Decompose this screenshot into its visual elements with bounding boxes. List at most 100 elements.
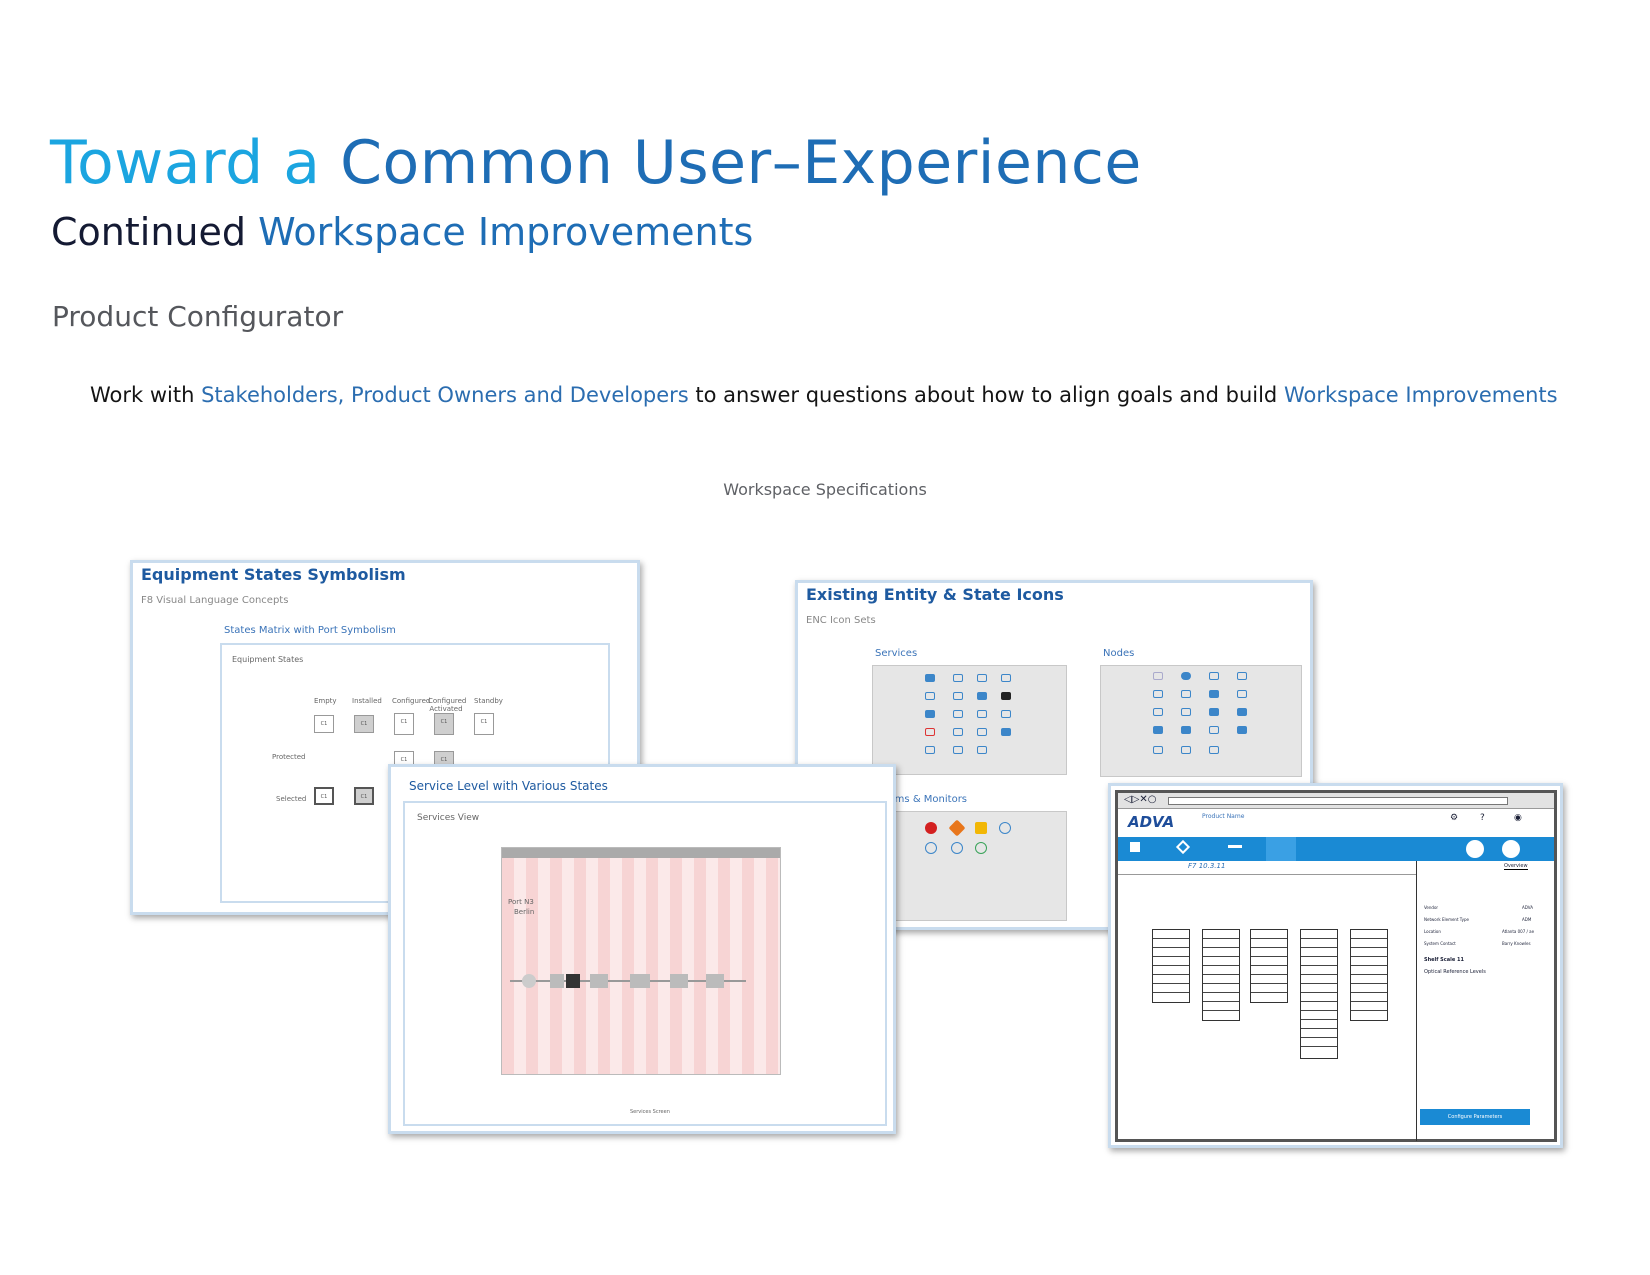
warning-alarm-icon — [975, 822, 987, 834]
node-icon — [1181, 690, 1191, 698]
prop-location-value: Atlanta 007 / ae — [1502, 929, 1535, 934]
service-icon — [1001, 692, 1011, 700]
service-level-card[interactable]: Service Level with Various States Servic… — [388, 764, 896, 1134]
window-toolbar — [502, 848, 780, 858]
prop-contact-value: Barry Knowles — [1502, 941, 1531, 946]
node-icon — [1237, 726, 1247, 734]
card-subtitle: ENC Icon Sets — [806, 615, 876, 626]
services-diagram: Port N3 Berlin — [501, 847, 781, 1075]
shelf-label: Shelf Scale 11 — [1424, 957, 1464, 963]
service-node — [522, 974, 536, 988]
column-empty: Empty — [314, 697, 337, 705]
configure-parameters-button[interactable]: Configure Parameters — [1420, 1109, 1530, 1125]
section-heading: Product Configurator — [52, 300, 344, 333]
port-cell: C1 — [354, 787, 374, 805]
critical-alarm-icon — [925, 822, 937, 834]
service-node — [550, 974, 564, 988]
service-icon — [977, 674, 987, 682]
node-icon — [1209, 672, 1219, 680]
equipment-tab[interactable] — [1266, 837, 1296, 861]
node-icon — [1181, 746, 1191, 754]
port-cell: C1 — [314, 715, 334, 733]
port-cell: C1 — [474, 713, 494, 735]
node-icon — [1209, 726, 1219, 734]
service-icon — [925, 674, 935, 682]
app-header: ADVA Product Name ⚙ ? ◉ — [1118, 809, 1554, 837]
port-cell: C1 — [394, 713, 414, 735]
service-icon — [1001, 674, 1011, 682]
matrix-label: States Matrix with Port Symbolism — [224, 625, 396, 636]
prop-vendor: Vendor — [1424, 905, 1439, 910]
service-icon — [977, 746, 987, 754]
equipment-rack[interactable] — [1250, 929, 1288, 1003]
service-icon — [1001, 728, 1011, 736]
browser-window: ◁▷✕○ ADVA Product Name ⚙ ? ◉ F7 10.3.11 … — [1115, 790, 1557, 1142]
service-icon — [953, 710, 963, 718]
adva-workspace-card[interactable]: ◁▷✕○ ADVA Product Name ⚙ ? ◉ F7 10.3.11 … — [1108, 783, 1563, 1148]
prop-ne-type-value: ADM — [1522, 917, 1532, 922]
panel-divider — [1416, 861, 1417, 1141]
row-selected: Selected — [276, 795, 307, 803]
prop-ne-type: Network Element Type — [1424, 917, 1469, 922]
alarm-icon[interactable] — [1466, 840, 1484, 858]
service-node — [590, 974, 608, 988]
node-icon — [1209, 708, 1219, 716]
specifications-label: Workspace Specifications — [723, 480, 927, 499]
service-icon — [953, 674, 963, 682]
breadcrumb-current[interactable]: F7 10.3.11 — [1188, 862, 1225, 870]
equipment-rack[interactable] — [1152, 929, 1190, 1003]
menu-icon[interactable] — [1502, 840, 1520, 858]
service-icon — [953, 728, 963, 736]
browser-toolbar: ◁▷✕○ — [1118, 793, 1554, 809]
help-icon[interactable]: ? — [1480, 813, 1485, 823]
back-icon[interactable]: ◁▷✕○ — [1124, 794, 1157, 805]
service-icon — [925, 746, 935, 754]
page-subtitle: Continued Workspace Improvements — [51, 210, 754, 254]
services-label: Services — [875, 648, 918, 659]
check-icon — [975, 842, 987, 854]
breadcrumb: F7 10.3.11 — [1118, 861, 1416, 875]
matrix-title: Equipment States — [232, 655, 304, 664]
major-alarm-icon — [948, 819, 966, 837]
info-icon — [999, 822, 1011, 834]
service-icon — [925, 692, 935, 700]
service-icon — [925, 728, 935, 736]
info-icon — [951, 842, 963, 854]
equipment-rack[interactable] — [1202, 929, 1240, 1021]
dashboard-icon[interactable] — [1130, 842, 1140, 852]
node-icon — [1153, 708, 1163, 716]
equipment-rack[interactable] — [1350, 929, 1388, 1021]
service-icon — [977, 692, 987, 700]
service-icon — [977, 710, 987, 718]
network-icon[interactable] — [1175, 839, 1191, 855]
nodes-icon-panel — [1100, 665, 1302, 777]
card-title: Existing Entity & State Icons — [806, 585, 1064, 604]
service-icon — [953, 692, 963, 700]
node-icon — [1153, 726, 1163, 734]
intro-text: Work with Stakeholders, Product Owners a… — [90, 383, 1558, 407]
user-icon[interactable]: ◉ — [1514, 813, 1522, 823]
services-icon[interactable] — [1228, 845, 1242, 848]
nodes-label: Nodes — [1103, 648, 1135, 659]
node-icon — [1237, 708, 1247, 716]
node-icon — [1181, 726, 1191, 734]
optical-label: Optical Reference Levels — [1424, 969, 1486, 975]
service-node — [706, 974, 724, 988]
cloud-icon — [1181, 672, 1191, 680]
settings-icon[interactable]: ⚙ — [1450, 813, 1458, 823]
overview-tab[interactable]: Overview — [1504, 863, 1528, 870]
node-icon — [1237, 690, 1247, 698]
port-label: Port N3 — [508, 898, 534, 906]
equipment-rack[interactable] — [1300, 929, 1338, 1059]
column-standby: Standby — [474, 697, 503, 705]
address-bar[interactable] — [1168, 797, 1508, 805]
column-configured: Configured — [392, 697, 431, 705]
prop-contact: System Contact — [1424, 941, 1456, 946]
node-icon — [1237, 672, 1247, 680]
column-configured-activated: Configured Activated — [428, 697, 467, 713]
page-title: Toward a Common User–Experience — [50, 128, 1142, 198]
service-node — [670, 974, 688, 988]
unknown-icon — [925, 842, 937, 854]
prop-vendor-value: ADVA — [1522, 905, 1533, 910]
node-icon — [1181, 708, 1191, 716]
